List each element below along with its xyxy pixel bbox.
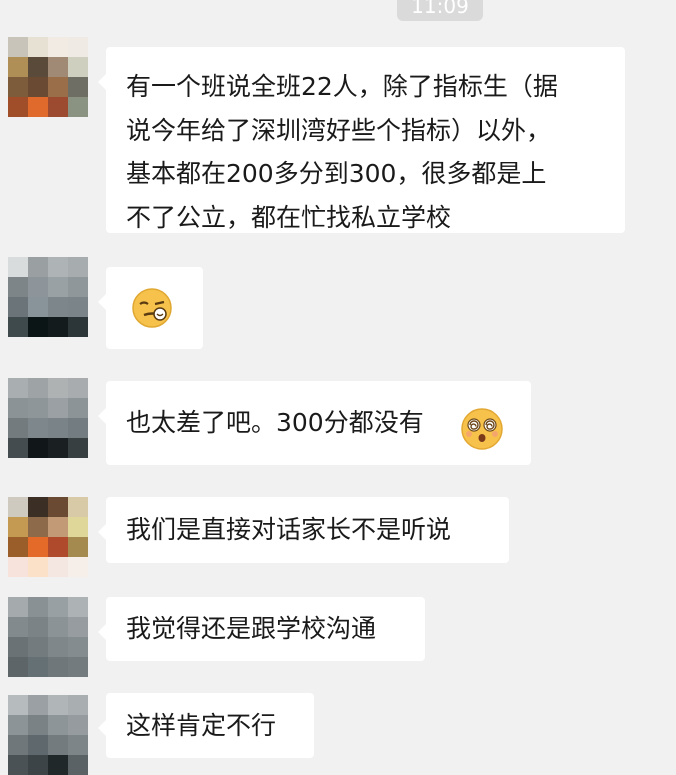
smirk-wink-emoji: [131, 287, 173, 335]
message-text: 这样肯定不行: [126, 711, 277, 740]
avatar[interactable]: [8, 37, 88, 117]
avatar[interactable]: [8, 257, 88, 337]
message-text: 也太差了吧。300分都没有: [126, 408, 424, 437]
message-bubble[interactable]: 这样肯定不行: [98, 693, 314, 758]
message-line: 不了公立，都在忙找私立学校: [126, 202, 452, 232]
message-text: 我觉得还是跟学校沟通: [126, 614, 377, 643]
message-bubble[interactable]: 也太差了吧。300分都没有: [98, 381, 531, 465]
message-bubble[interactable]: [98, 267, 203, 349]
timestamp-text: 11:09: [411, 0, 469, 18]
avatar[interactable]: [8, 378, 88, 458]
message-text: 我们是直接对话家长不是听说: [126, 515, 452, 544]
message-bubble[interactable]: 我们是直接对话家长不是听说: [98, 497, 509, 563]
message-bubble[interactable]: 有一个班说全班22人，除了指标生（据 说今年给了深圳湾好些个指标）以外， 基本都…: [98, 47, 625, 233]
avatar[interactable]: [8, 497, 88, 577]
timestamp: 11:09: [397, 0, 483, 21]
avatar[interactable]: [8, 597, 88, 677]
message-line: 有一个班说全班22人，除了指标生（据: [126, 72, 558, 101]
message-bubble[interactable]: 我觉得还是跟学校沟通: [98, 597, 425, 661]
avatar[interactable]: [8, 695, 88, 775]
message-line: 基本都在200多分到300，很多都是上: [126, 159, 547, 188]
dizzy-face-emoji: [460, 401, 504, 485]
message-line: 说今年给了深圳湾好些个指标）以外，: [126, 115, 552, 145]
